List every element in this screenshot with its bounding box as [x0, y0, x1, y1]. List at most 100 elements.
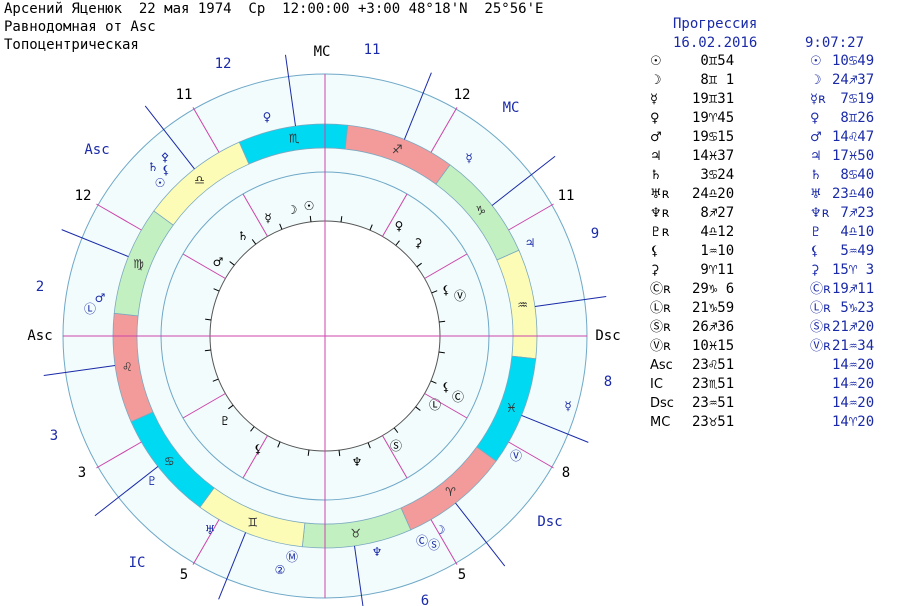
natal-glyph: Ⓒʀ — [650, 282, 671, 297]
natal-row: ♆ʀ 8♐27 — [650, 204, 760, 223]
natal-planet-glyph: ♂ — [213, 255, 224, 269]
natal-position: 1♒10 — [692, 243, 735, 259]
natal-position: 29♑ 6 — [692, 281, 735, 297]
natal-glyph: ♂ — [650, 130, 662, 145]
zodiac-sign-glyph: ♍ — [133, 257, 144, 271]
natal-planet-glyph: ⚳ — [414, 236, 423, 250]
progressed-position: 7♐23 — [832, 205, 875, 221]
progressed-glyph: ☉ — [810, 54, 822, 69]
natal-planet-glyph: ♆ — [352, 455, 363, 469]
natal-house-number: 3 — [78, 465, 86, 481]
natal-position: 14♓37 — [692, 148, 735, 164]
natal-planet-glyph: ♄ — [238, 229, 249, 243]
progressed-row: ☉ 10♋49 — [810, 52, 910, 71]
progressed-glyph: ♇ — [810, 225, 822, 240]
natal-glyph: IC — [650, 377, 663, 392]
progressed-glyph: ♆ʀ — [810, 206, 830, 221]
natal-house-number: 12 — [454, 87, 471, 103]
natal-row: ♃ 14♓37 — [650, 147, 760, 166]
natal-position: 9♈11 — [692, 262, 735, 278]
progressed-house-number: 2 — [36, 279, 44, 295]
progressed-row: ☽ 24♐37 — [810, 71, 910, 90]
progressed-positions-table: ☉ 10♋49 ☽ 24♐37 ☿ʀ 7♋19 ♀ 8♊26 ♂ 14♌47 ♃ 17♓50 ♄ 8… — [810, 52, 910, 432]
progressed-planet-glyph: Ⓥ — [510, 449, 522, 463]
zodiac-sign-glyph: ♓ — [506, 401, 517, 415]
zodiac-sign-glyph: ♌ — [122, 360, 133, 374]
natal-position: 21♑59 — [692, 300, 735, 316]
progressed-house-number: 6 — [421, 593, 429, 606]
natal-house-number: 11 — [558, 188, 575, 204]
progressed-position: 21♒34 — [832, 338, 875, 354]
progressed-row: ☿ʀ 7♋19 — [810, 90, 910, 109]
progressed-planet-glyph: ☿ — [564, 399, 571, 413]
natal-glyph: Ⓢʀ — [650, 320, 671, 335]
progressed-position: 4♎10 — [832, 224, 875, 240]
progressed-row: ♅ 23♎40 — [810, 185, 910, 204]
natal-glyph: ♇ʀ — [650, 225, 670, 240]
natal-planet-glyph: ⚸ — [442, 380, 451, 394]
natal-row: ♅ʀ 24♎20 — [650, 185, 760, 204]
progressed-position: 14♒20 — [832, 357, 875, 373]
natal-planet-glyph: ♇ — [220, 414, 231, 428]
natal-glyph: ☽ — [650, 73, 662, 88]
progression-date: 16.02.2016 — [673, 35, 758, 51]
progressed-row: Ⓢʀ21♐20 — [810, 318, 910, 337]
progressed-planet-glyph: Ⓒ — [416, 534, 428, 548]
natal-glyph: Dsc — [650, 396, 674, 411]
natal-house-number: 8 — [562, 465, 570, 481]
natal-positions-table: ☉ 0♊54 ☽ 8♊ 1 ☿ 19♊31 ♀ 19♈45 ♂ 19♋15 ♃ 14♓37 ♄ 3♋… — [650, 52, 760, 432]
progressed-glyph: Ⓥʀ — [810, 339, 831, 354]
progressed-asc-label: Asc — [84, 142, 109, 158]
natal-row: Ⓒʀ 29♑ 6 — [650, 280, 760, 299]
chart-wheel[interactable]: ♈ ♉ ♊ ♋ ♌ ♍ ♎ ♏ ♐ ♑ ♒ ♓ Asc Dsc MC Asc Dsc MC IC 12 11 12 11 3 5… — [0, 0, 910, 606]
natal-glyph: ☿ — [650, 92, 658, 107]
zodiac-sign-glyph: ♐ — [392, 142, 403, 156]
progressed-house-number: 8 — [604, 374, 612, 390]
zodiac-sign-glyph: ♉ — [350, 527, 361, 541]
natal-row: ☿ 19♊31 — [650, 90, 760, 109]
natal-glyph: ♃ — [650, 149, 662, 164]
progressed-house-number: 3 — [50, 428, 58, 444]
progressed-house-number: 9 — [591, 226, 599, 242]
progressed-planet-glyph: Ⓛ — [84, 302, 96, 316]
natal-row: ⚸ 1♒10 — [650, 242, 760, 261]
natal-glyph: ⚳ — [650, 263, 660, 278]
natal-row: ♇ʀ 4♎12 — [650, 223, 760, 242]
zodiac-sign-glyph: ♑ — [475, 204, 486, 218]
progressed-position: 8♋40 — [832, 167, 875, 183]
natal-row: Asc 23♌51 — [650, 356, 760, 375]
natal-position: 23♒51 — [692, 395, 735, 411]
progressed-row: 14♈20 — [810, 413, 910, 432]
progressed-position: 5♑23 — [832, 300, 875, 316]
progressed-planet-glyph: ⚸ — [162, 163, 171, 177]
natal-glyph: ♅ʀ — [650, 187, 670, 202]
natal-row: IC 23♏51 — [650, 375, 760, 394]
natal-position: 3♋24 — [692, 167, 735, 183]
natal-position: 26♐36 — [692, 319, 735, 335]
natal-position: 0♊54 — [692, 53, 735, 69]
progressed-glyph: ♄ — [810, 168, 822, 183]
progressed-row: ⚳ 15♈ 3 — [810, 261, 910, 280]
progressed-row: ♆ʀ 7♐23 — [810, 204, 910, 223]
progressed-position: 17♓50 — [832, 148, 875, 164]
natal-planet-glyph: ☉ — [304, 199, 315, 213]
progressed-glyph: ♀ — [810, 111, 820, 126]
progressed-position: 21♐20 — [832, 319, 875, 335]
progressed-house-number: 12 — [215, 56, 232, 72]
progressed-planet-glyph: ♇ — [147, 474, 158, 488]
natal-house-number: 12 — [75, 188, 92, 204]
progressed-row: Ⓥʀ21♒34 — [810, 337, 910, 356]
natal-position: 24♎20 — [692, 186, 735, 202]
progressed-planet-glyph: ☉ — [155, 176, 166, 190]
natal-planet-glyph: Ⓢ — [390, 439, 402, 453]
natal-house-number: 5 — [458, 567, 466, 583]
natal-planet-glyph: ♀ — [395, 219, 404, 233]
progressed-planet-glyph: ♅ — [205, 523, 216, 537]
zodiac-sign-glyph: ♏ — [289, 131, 300, 145]
natal-row: ⚳ 9♈11 — [650, 261, 760, 280]
natal-glyph: MC — [650, 415, 671, 430]
progressed-planet-glyph: ☿ — [465, 151, 472, 165]
natal-row: ♄ 3♋24 — [650, 166, 760, 185]
progressed-position: 24♐37 — [832, 72, 875, 88]
progressed-position: 19♐11 — [832, 281, 875, 297]
